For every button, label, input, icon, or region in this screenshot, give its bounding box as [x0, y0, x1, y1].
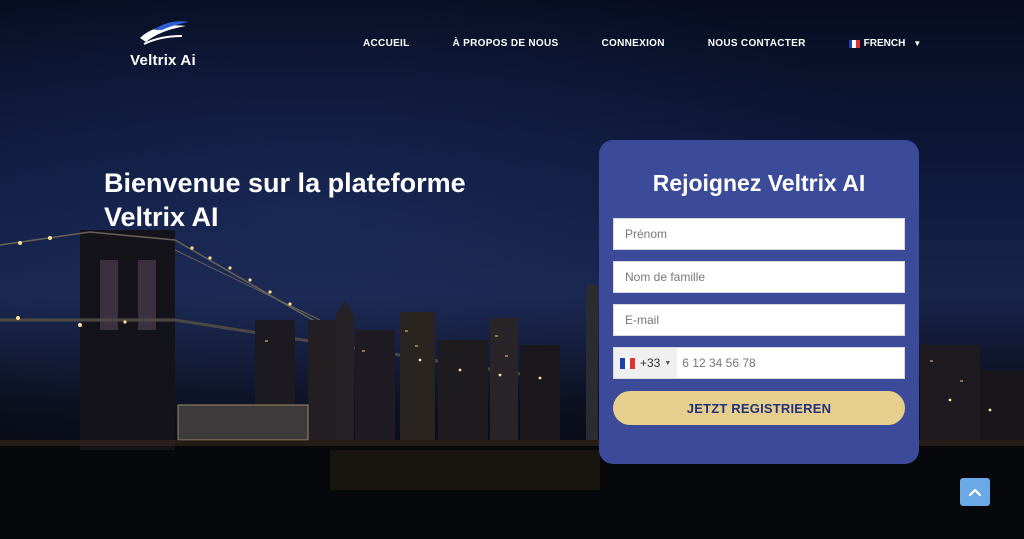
language-selector[interactable]: FRENCH ▼	[848, 38, 922, 49]
france-flag-icon	[620, 357, 635, 369]
country-code-selector[interactable]: +33 ▼	[614, 348, 678, 378]
brand-name: Veltrix Ai	[130, 52, 196, 69]
chevron-up-icon	[968, 488, 982, 497]
nav-link-contact[interactable]: NOUS CONTACTER	[708, 38, 806, 49]
france-flag-icon	[848, 39, 860, 48]
scroll-to-top-button[interactable]	[960, 478, 990, 506]
hero-title-line2: Veltrix AI	[104, 202, 219, 232]
language-label: FRENCH	[863, 38, 906, 49]
phone-input[interactable]	[677, 348, 904, 378]
last-name-input[interactable]	[613, 261, 905, 293]
main-nav: ACCUEIL À PROPOS DE NOUS CONNEXION NOUS …	[363, 38, 921, 49]
swoosh-logo-icon	[140, 21, 188, 45]
caret-down-icon: ▼	[664, 359, 672, 367]
phone-field: +33 ▼	[613, 347, 905, 379]
hero-title-line1: Bienvenue sur la plateforme	[104, 168, 466, 198]
register-button[interactable]: JETZT REGISTRIEREN	[613, 391, 905, 425]
site-header: Veltrix Ai ACCUEIL À PROPOS DE NOUS CONN…	[0, 0, 1024, 90]
nav-link-accueil[interactable]: ACCUEIL	[363, 38, 410, 49]
nav-link-about[interactable]: À PROPOS DE NOUS	[453, 38, 559, 49]
brand-logo[interactable]: Veltrix Ai	[128, 20, 198, 70]
email-input[interactable]	[613, 304, 905, 336]
hero-title: Bienvenue sur la plateforme Veltrix AI	[104, 166, 524, 234]
signup-card: Rejoignez Veltrix AI +33 ▼ JETZT REGISTR…	[599, 140, 919, 464]
first-name-input[interactable]	[613, 218, 905, 250]
caret-down-icon: ▼	[913, 39, 922, 48]
country-code: +33	[640, 356, 661, 370]
signup-title: Rejoignez Veltrix AI	[652, 170, 866, 196]
nav-link-login[interactable]: CONNEXION	[601, 38, 664, 49]
